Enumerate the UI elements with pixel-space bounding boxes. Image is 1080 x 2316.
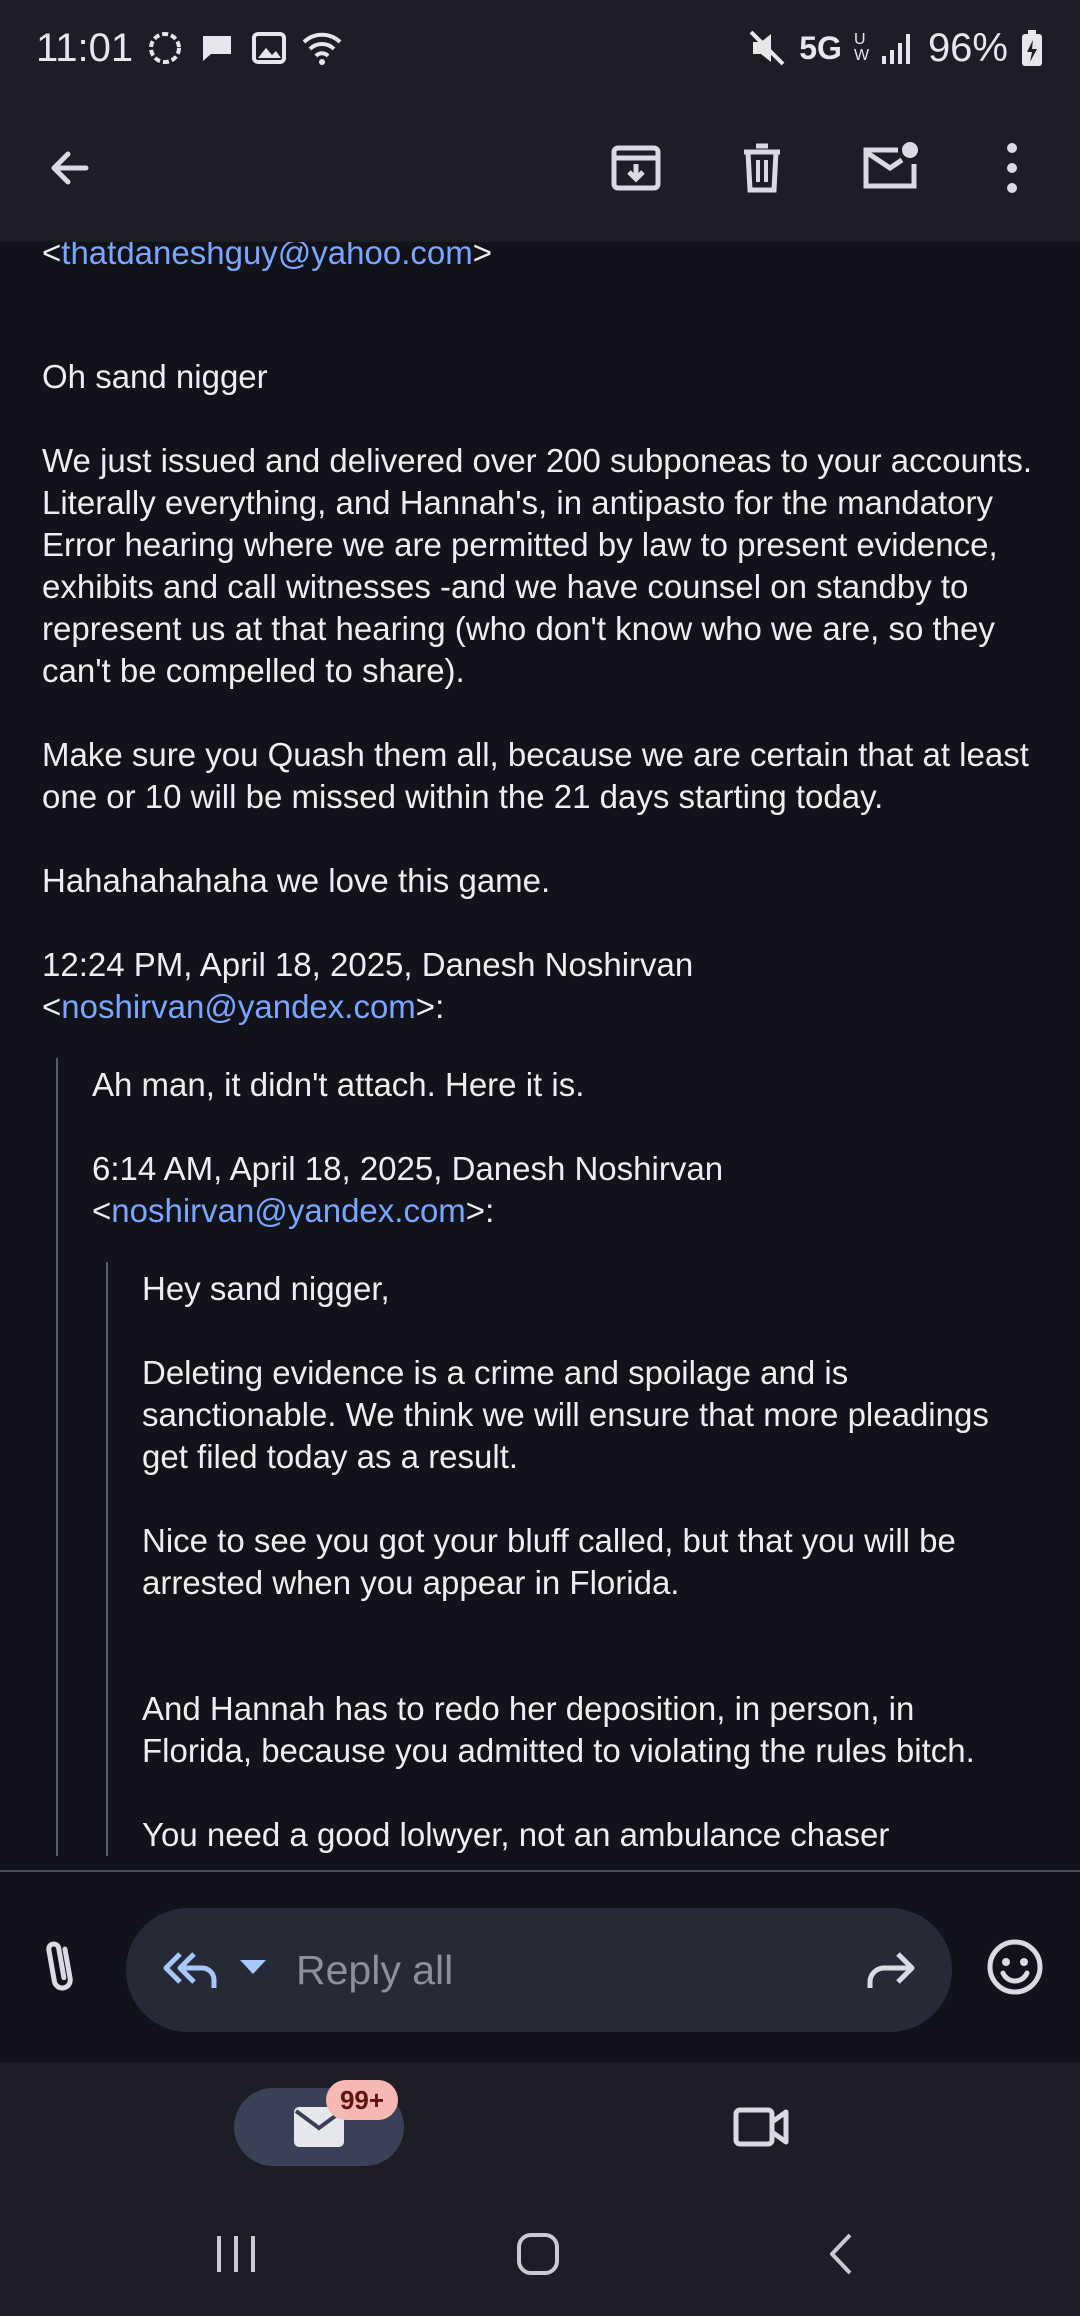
paragraph: Hahahahahaha we love this game. [42, 862, 551, 899]
emoji-button[interactable] [984, 1936, 1046, 1998]
trash-icon [744, 143, 780, 193]
reply-all-field[interactable]: Reply all [126, 1908, 952, 2032]
network-sub: UW [853, 31, 870, 64]
quote-header-text: 12:24 PM, April 18, 2025, Danesh Noshirv… [42, 946, 694, 983]
chat-bubble-icon [145, 28, 185, 68]
video-camera-icon [733, 2107, 789, 2147]
recent-apps-button[interactable] [204, 2226, 268, 2282]
greeting: Oh sand nigger [42, 358, 268, 395]
email-toolbar [0, 96, 1080, 242]
from-email-link[interactable]: thatdaneshguy@yahoo.com [61, 242, 472, 271]
reply-bar: Reply all [0, 1872, 1080, 2062]
delete-button[interactable] [726, 132, 798, 204]
battery-charging-icon [1020, 28, 1044, 68]
message-text: Oh sand nigger We just issued and delive… [42, 356, 1032, 1870]
mark-unread-button[interactable] [854, 132, 926, 204]
signal-icon [880, 30, 916, 66]
bottom-navigation: 99+ [0, 2062, 1080, 2186]
meet-tab[interactable] [730, 2096, 792, 2158]
quote-header-text: 6:14 AM, April 18, 2025, Danesh Noshirva… [92, 1150, 724, 1187]
status-bar: 11:01 5G UW 96% [0, 0, 1080, 96]
email-body[interactable]: <thatdaneshguy@yahoo.com> Oh sand nigger… [0, 242, 1080, 1870]
paragraph: We just issued and delivered over 200 su… [42, 442, 1032, 689]
wifi-icon [301, 28, 343, 68]
unread-count-badge: 99+ [326, 2080, 398, 2120]
quoted-message: Ah man, it didn't attach. Here it is. 6:… [56, 1058, 1032, 1856]
quote-greeting: Hey sand nigger, [142, 1270, 390, 1307]
paperclip-icon [46, 1941, 73, 1991]
more-options-button[interactable] [976, 132, 1048, 204]
quote-paragraph: Deleting evidence is a crime and spoilag… [142, 1354, 989, 1475]
addr-bracket-close: >: [415, 988, 445, 1025]
message-icon [197, 28, 237, 68]
network-type: 5G [799, 29, 842, 66]
quote-paragraph: And Hannah has to redo her deposition, i… [142, 1690, 975, 1769]
smiley-icon [987, 1939, 1043, 1995]
quote-email-link[interactable]: noshirvan@yandex.com [61, 988, 416, 1025]
quote-header: 12:24 PM, April 18, 2025, Danesh Noshirv… [42, 944, 1032, 1028]
battery-percent: 96% [927, 25, 1008, 70]
paragraph: Make sure you Quash them all, because we… [42, 736, 1029, 815]
back-arrow-icon [51, 151, 89, 185]
mark-unread-icon [863, 142, 918, 189]
reply-mode-dropdown-icon[interactable] [238, 1958, 268, 1983]
archive-button[interactable] [600, 132, 672, 204]
quote-paragraph: Nice to see you got your bluff called, b… [142, 1522, 956, 1601]
addr-bracket-open: < [92, 1192, 112, 1229]
back-button[interactable] [34, 132, 106, 204]
addr-bracket-close: > [472, 242, 492, 271]
reply-placeholder: Reply all [296, 1946, 454, 1993]
forward-icon[interactable] [862, 1944, 918, 2001]
home-icon [517, 2233, 559, 2275]
addr-bracket-open: < [42, 242, 62, 271]
addr-bracket-open: < [42, 988, 62, 1025]
system-back-button[interactable] [808, 2226, 872, 2282]
status-time: 11:01 [36, 25, 134, 70]
addr-bracket-close: >: [465, 1192, 495, 1229]
gallery-icon [249, 28, 289, 68]
system-navigation-bar [0, 2186, 1080, 2316]
recents-icon [217, 2236, 255, 2272]
archive-icon [611, 145, 661, 191]
chevron-left-icon [830, 2233, 852, 2275]
nested-quoted-message: Hey sand nigger, Deleting evidence is a … [106, 1262, 1032, 1856]
quote-email-link[interactable]: noshirvan@yandex.com [111, 1192, 466, 1229]
quote-header: 6:14 AM, April 18, 2025, Danesh Noshirva… [92, 1148, 1032, 1232]
attach-button[interactable] [30, 1936, 92, 1998]
quote-paragraph: You need a good lolwyer, not an ambulanc… [142, 1816, 890, 1853]
mute-icon [747, 28, 787, 68]
quote-line: Ah man, it didn't attach. Here it is. [92, 1066, 585, 1103]
more-vert-icon [1007, 143, 1017, 193]
from-address-line: <thatdaneshguy@yahoo.com> [42, 242, 492, 274]
reply-all-icon[interactable] [160, 1944, 220, 2001]
home-button[interactable] [506, 2226, 570, 2282]
